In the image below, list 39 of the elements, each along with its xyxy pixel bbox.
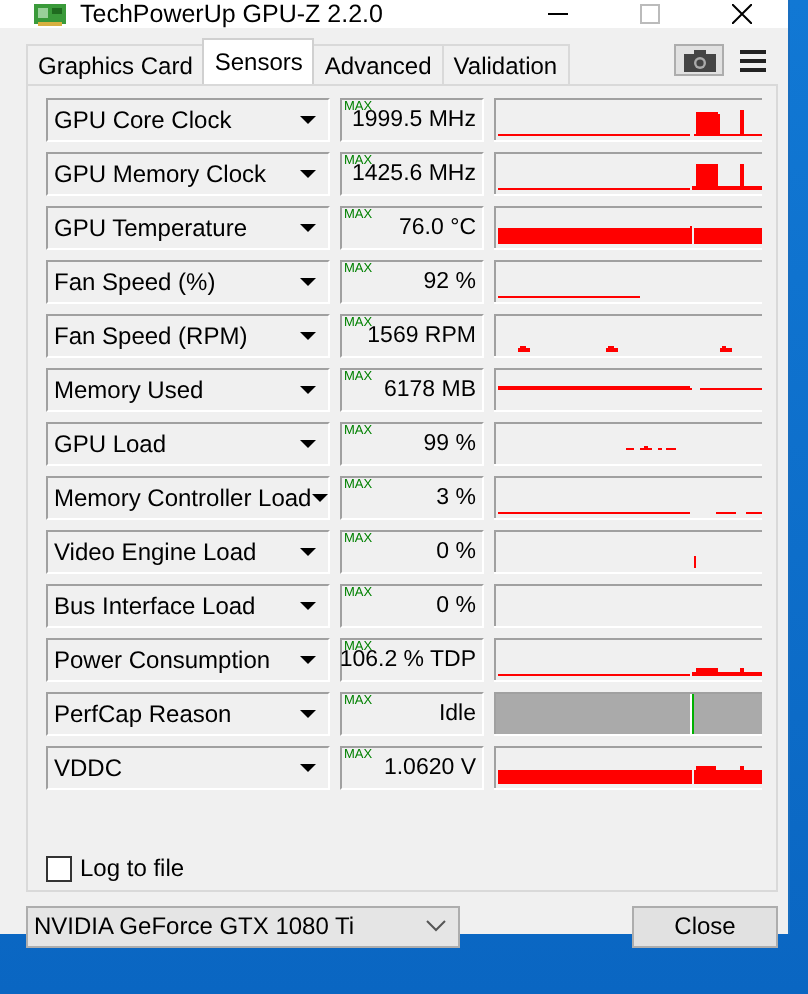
sensor-dropdown[interactable]: GPU Core Clock	[46, 98, 330, 142]
caret-icon	[300, 656, 316, 664]
graphics-card-icon	[34, 2, 66, 26]
sensor-dropdown[interactable]: Bus Interface Load	[46, 584, 330, 628]
sensor-dropdown[interactable]: Fan Speed (RPM)	[46, 314, 330, 358]
menu-icon[interactable]	[740, 50, 766, 72]
caret-icon	[300, 386, 316, 394]
checkbox[interactable]	[46, 855, 72, 881]
tab[interactable]: Sensors	[202, 38, 315, 84]
close-button[interactable]: Close	[632, 905, 778, 947]
caret-icon	[300, 116, 316, 124]
caret-icon	[300, 332, 316, 340]
caret-icon	[300, 764, 316, 772]
sensor-dropdown[interactable]: Video Engine Load	[46, 530, 330, 574]
caret-icon	[300, 602, 316, 610]
caret-icon	[300, 278, 316, 286]
sensor-dropdown[interactable]: PerfCap Reason	[46, 692, 330, 736]
close-icon[interactable]	[732, 4, 752, 24]
sensor-dropdown[interactable]: Memory Used	[46, 368, 330, 412]
camera-button[interactable]	[674, 44, 724, 76]
caret-icon	[300, 440, 316, 448]
window-title: TechPowerUp GPU-Z 2.2.0	[80, 0, 383, 28]
gpu-dropdown[interactable]: NVIDIA GeForce GTX 1080 Ti	[26, 905, 460, 947]
tab[interactable]: Validation	[441, 44, 570, 84]
sensor-dropdown[interactable]: GPU Temperature	[46, 206, 330, 250]
caret-icon	[300, 548, 316, 556]
checkbox-label[interactable]: Log to file	[80, 854, 185, 882]
sensor-dropdown[interactable]: Fan Speed (%)	[46, 260, 330, 304]
caret-icon	[311, 494, 328, 502]
sensor-dropdown[interactable]: GPU Memory Clock	[46, 152, 330, 196]
caret-icon	[300, 170, 316, 178]
chevron-icon	[426, 920, 446, 932]
caret-icon	[300, 710, 316, 718]
sensor-dropdown[interactable]: Power Consumption	[46, 638, 330, 682]
sensor-dropdown[interactable]: VDDC	[46, 746, 330, 790]
sensor-dropdown[interactable]: GPU Load	[46, 422, 330, 466]
caret-icon	[300, 224, 316, 232]
tab[interactable]: Graphics Card	[26, 44, 205, 84]
sensor-dropdown[interactable]: Memory Controller Load	[46, 476, 330, 520]
